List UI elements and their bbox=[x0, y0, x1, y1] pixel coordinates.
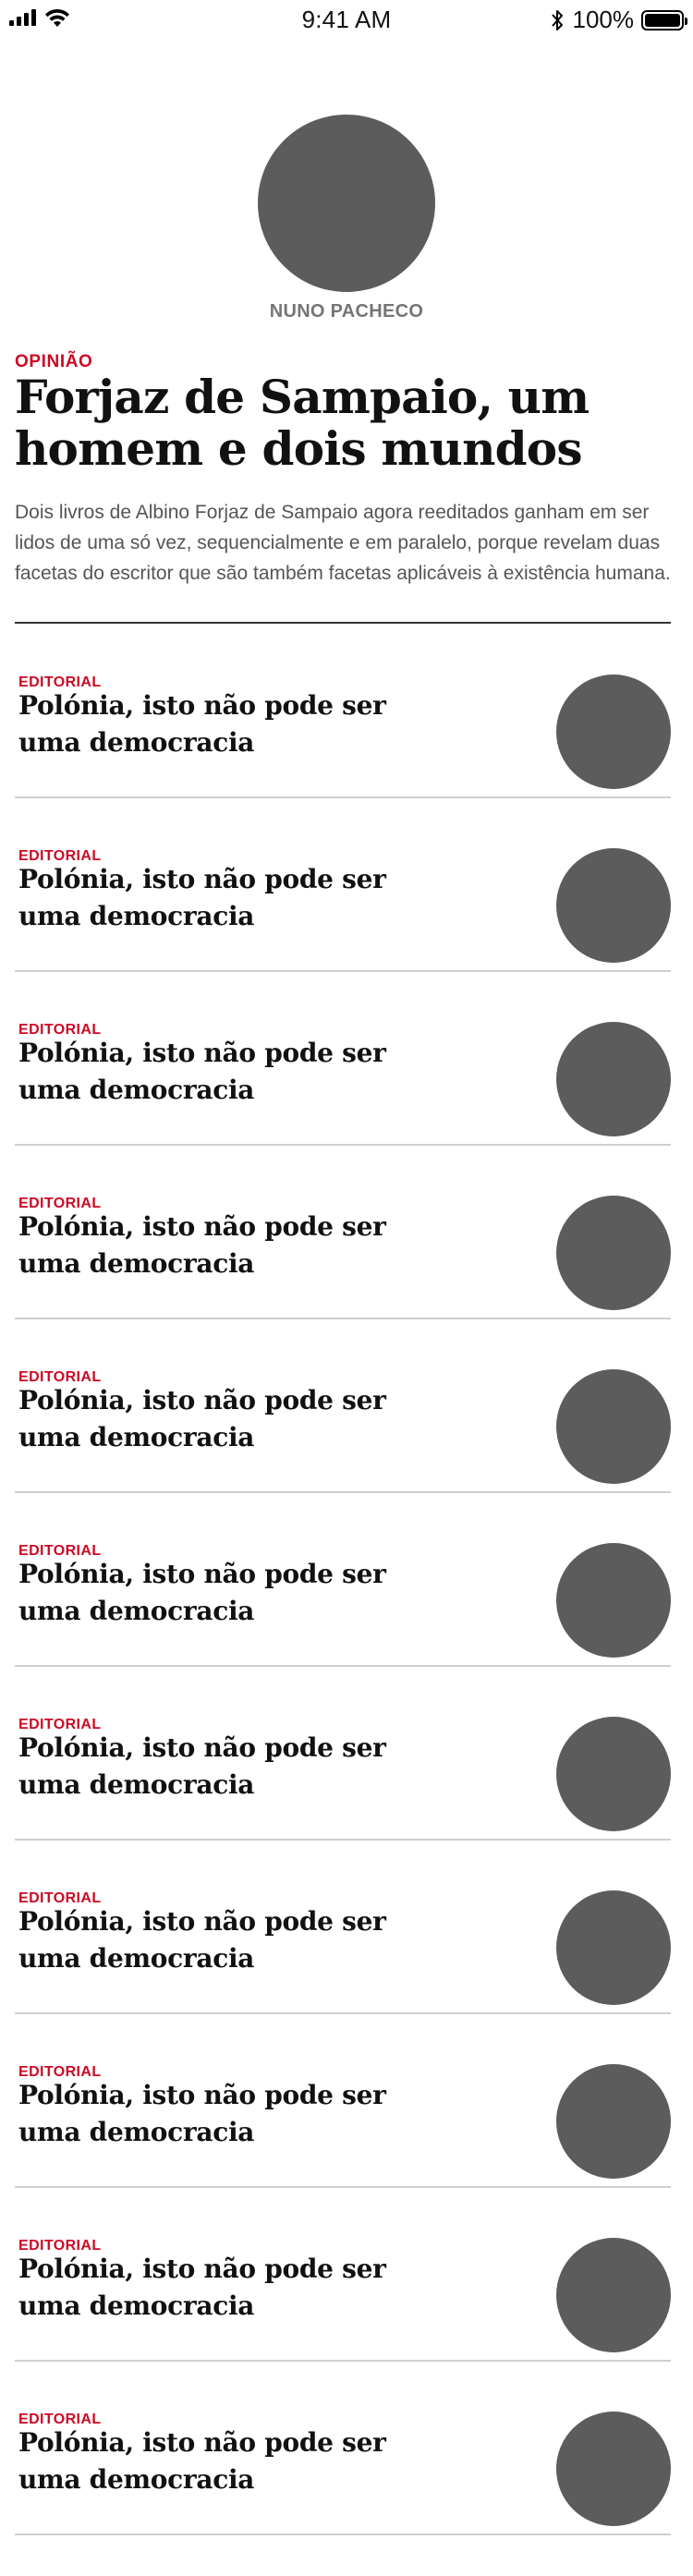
story-list: EDITORIAL Polónia, isto não pode ser uma… bbox=[0, 625, 693, 2535]
story-thumbnail[interactable] bbox=[556, 2064, 671, 2179]
header-divider bbox=[15, 622, 671, 624]
author-name[interactable]: NUNO PACHECO bbox=[0, 301, 693, 322]
story-item[interactable]: EDITORIAL Polónia, isto não pode ser uma… bbox=[15, 2188, 671, 2362]
story-thumbnail[interactable] bbox=[556, 2238, 671, 2352]
story-thumbnail[interactable] bbox=[556, 1369, 671, 1484]
story-item[interactable]: EDITORIAL Polónia, isto não pode ser uma… bbox=[15, 2362, 671, 2535]
story-thumbnail[interactable] bbox=[556, 1543, 671, 1658]
story-item[interactable]: EDITORIAL Polónia, isto não pode ser uma… bbox=[15, 1493, 671, 1667]
battery-percentage: 100% bbox=[572, 6, 635, 33]
story-item[interactable]: EDITORIAL Polónia, isto não pode ser uma… bbox=[15, 1319, 671, 1493]
story-thumbnail[interactable] bbox=[556, 674, 671, 789]
story-thumbnail[interactable] bbox=[556, 1890, 671, 2005]
story-title[interactable]: Polónia, isto não pode ser uma democraci… bbox=[18, 1382, 416, 1456]
story-title[interactable]: Polónia, isto não pode ser uma democraci… bbox=[18, 1035, 416, 1109]
story-item[interactable]: EDITORIAL Polónia, isto não pode ser uma… bbox=[15, 1146, 671, 1319]
story-thumbnail[interactable] bbox=[556, 1022, 671, 1136]
story-thumbnail[interactable] bbox=[556, 1717, 671, 1831]
story-title[interactable]: Polónia, isto não pode ser uma democraci… bbox=[18, 1209, 416, 1282]
story-item[interactable]: EDITORIAL Polónia, isto não pode ser uma… bbox=[15, 1667, 671, 1841]
story-thumbnail[interactable] bbox=[556, 1196, 671, 1310]
story-title[interactable]: Polónia, isto não pode ser uma democraci… bbox=[18, 687, 416, 761]
bluetooth-icon bbox=[551, 9, 563, 30]
story-title[interactable]: Polónia, isto não pode ser uma democraci… bbox=[18, 2251, 416, 2325]
story-title[interactable]: Polónia, isto não pode ser uma democraci… bbox=[18, 861, 416, 935]
story-item[interactable]: EDITORIAL Polónia, isto não pode ser uma… bbox=[15, 798, 671, 972]
article-title[interactable]: Forjaz de Sampaio, um homem e dois mundo… bbox=[15, 371, 680, 475]
status-right: 100% bbox=[549, 6, 687, 34]
article-lead: Dois livros de Albino Forjaz de Sampaio … bbox=[15, 502, 671, 584]
story-item[interactable]: EDITORIAL Polónia, isto não pode ser uma… bbox=[15, 625, 671, 798]
story-title[interactable]: Polónia, isto não pode ser uma democraci… bbox=[18, 1730, 416, 1804]
story-item[interactable]: EDITORIAL Polónia, isto não pode ser uma… bbox=[15, 2014, 671, 2188]
story-thumbnail[interactable] bbox=[556, 848, 671, 963]
story-title[interactable]: Polónia, isto não pode ser uma democraci… bbox=[18, 2424, 416, 2498]
story-title[interactable]: Polónia, isto não pode ser uma democraci… bbox=[18, 2077, 416, 2151]
story-item[interactable]: EDITORIAL Polónia, isto não pode ser uma… bbox=[15, 972, 671, 1146]
story-item[interactable]: EDITORIAL Polónia, isto não pode ser uma… bbox=[15, 1841, 671, 2014]
author-avatar[interactable] bbox=[258, 115, 435, 292]
story-title[interactable]: Polónia, isto não pode ser uma democraci… bbox=[18, 1556, 416, 1630]
story-thumbnail[interactable] bbox=[556, 2412, 671, 2526]
story-title[interactable]: Polónia, isto não pode ser uma democraci… bbox=[18, 1903, 416, 1977]
status-bar: 9:41 AM 100% bbox=[0, 0, 693, 37]
battery-icon bbox=[641, 9, 687, 30]
